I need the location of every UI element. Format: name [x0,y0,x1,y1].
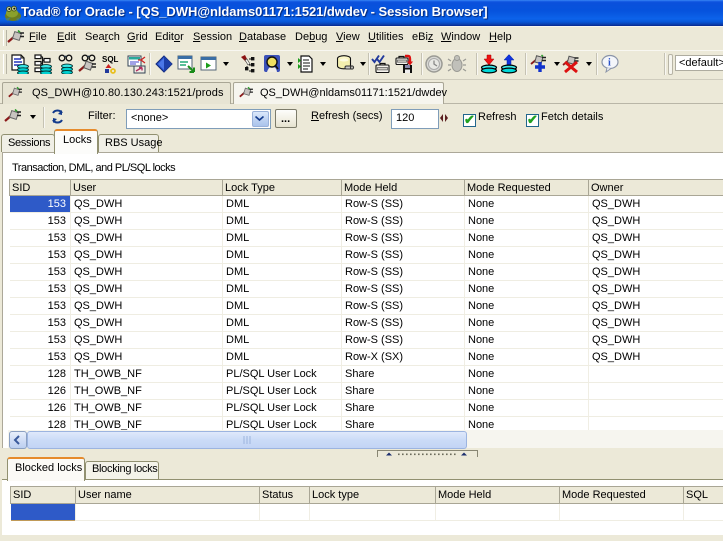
svg-text:SQL: SQL [102,55,119,64]
svg-text:i: i [608,58,611,69]
